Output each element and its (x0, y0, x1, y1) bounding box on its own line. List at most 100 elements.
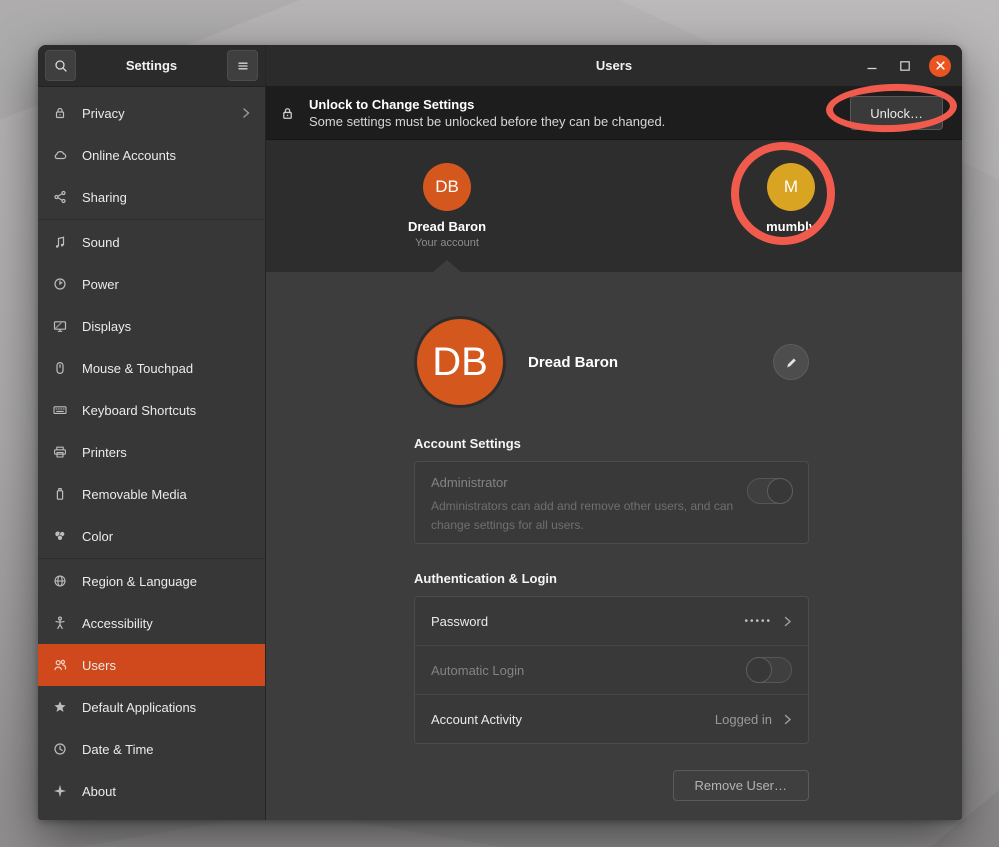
sidebar-item-color[interactable]: Color (38, 515, 265, 557)
remove-user-button[interactable]: Remove User… (673, 770, 809, 801)
sidebar-item-users[interactable]: Users (38, 644, 265, 686)
sidebar-item-label: Privacy (82, 106, 125, 121)
avatar: M (767, 163, 815, 211)
user-carousel: DB Dread Baron Your account M mumbly (266, 140, 962, 272)
maximize-button[interactable] (896, 57, 914, 75)
sidebar-item-label: Default Applications (82, 700, 196, 715)
music-note-icon (52, 234, 68, 250)
unlock-button[interactable]: Unlock… (850, 96, 943, 130)
sidebar-item-keyboard-shortcuts[interactable]: Keyboard Shortcuts (38, 389, 265, 431)
color-icon (52, 528, 68, 544)
sidebar-item-label: Keyboard Shortcuts (82, 403, 196, 418)
sidebar-item-label: About (82, 784, 116, 799)
sidebar-separator (38, 558, 265, 559)
hamburger-menu-icon (235, 58, 251, 74)
account-settings-header: Account Settings (414, 436, 521, 451)
sidebar-item-label: Displays (82, 319, 131, 334)
sidebar-item-label: Region & Language (82, 574, 197, 589)
titlebar: Users (266, 45, 962, 87)
sidebar-item-about[interactable]: About (38, 770, 265, 812)
main-pane: Users Unlock to Change Settings Some set… (266, 45, 962, 820)
sidebar-item-label: Power (82, 277, 119, 292)
profile-avatar: DB (414, 316, 506, 408)
cloud-icon (52, 147, 68, 163)
menu-button[interactable] (227, 50, 258, 81)
sidebar-item-default-applications[interactable]: Default Applications (38, 686, 265, 728)
automatic-login-row: Automatic Login (415, 646, 808, 694)
account-activity-row[interactable]: Account Activity Logged in (415, 695, 808, 743)
removable-media-icon (52, 486, 68, 502)
user-chip-mumbly[interactable]: M mumbly (721, 163, 861, 234)
password-dots: ••••• (744, 616, 772, 627)
search-button[interactable] (45, 50, 76, 81)
chevron-right-icon (783, 713, 792, 726)
close-button[interactable] (929, 55, 951, 77)
clock-icon (52, 741, 68, 757)
padlock-icon (279, 105, 296, 122)
user-chip-dread-baron[interactable]: DB Dread Baron Your account (377, 163, 517, 249)
mouse-icon (52, 360, 68, 376)
sidebar-item-label: Removable Media (82, 487, 187, 502)
window-controls (863, 55, 962, 77)
pencil-icon (784, 355, 799, 370)
sidebar-item-displays[interactable]: Displays (38, 305, 265, 347)
sidebar: Settings Privacy Online Accounts Sharing (38, 45, 266, 820)
sidebar-item-online-accounts[interactable]: Online Accounts (38, 134, 265, 176)
sidebar-item-label: Sharing (82, 190, 127, 205)
accessibility-icon (52, 615, 68, 631)
sidebar-item-removable-media[interactable]: Removable Media (38, 473, 265, 515)
star-icon (52, 699, 68, 715)
minimize-button[interactable] (863, 57, 881, 75)
banner-text: Unlock to Change Settings Some settings … (309, 97, 665, 129)
sidebar-item-label: Color (82, 529, 113, 544)
avatar: DB (423, 163, 471, 211)
share-icon (52, 189, 68, 205)
account-settings-card: Administrator Administrators can add and… (414, 461, 809, 544)
auth-login-card: Password ••••• Automatic Login Account A… (414, 596, 809, 744)
user-detail-pane: DB Dread Baron Account Settings Administ… (266, 272, 962, 820)
toggle-knob (746, 657, 772, 683)
unlock-banner: Unlock to Change Settings Some settings … (266, 87, 962, 140)
password-row[interactable]: Password ••••• (415, 597, 808, 645)
sidebar-item-label: Users (82, 658, 116, 673)
sidebar-item-accessibility[interactable]: Accessibility (38, 602, 265, 644)
sidebar-item-sound[interactable]: Sound (38, 221, 265, 263)
close-icon (935, 60, 946, 71)
chevron-right-icon (241, 106, 251, 120)
selected-user-pointer (433, 260, 461, 272)
sidebar-item-date-time[interactable]: Date & Time (38, 728, 265, 770)
avatar-initials: M (784, 177, 798, 197)
sidebar-list: Privacy Online Accounts Sharing Sound Po… (38, 87, 265, 820)
sidebar-header: Settings (38, 45, 265, 87)
banner-subtitle: Some settings must be unlocked before th… (309, 114, 665, 129)
sparkle-icon (52, 783, 68, 799)
sidebar-item-printers[interactable]: Printers (38, 431, 265, 473)
sidebar-separator (38, 219, 265, 220)
user-name: Dread Baron (377, 219, 517, 234)
avatar-initials: DB (432, 340, 488, 385)
auth-login-header: Authentication & Login (414, 571, 557, 586)
power-icon (52, 276, 68, 292)
page-title: Users (266, 58, 962, 73)
automatic-login-label: Automatic Login (431, 663, 524, 678)
sidebar-item-label: Sound (82, 235, 120, 250)
sidebar-item-power[interactable]: Power (38, 263, 265, 305)
profile-name: Dread Baron (528, 354, 618, 371)
sidebar-item-privacy[interactable]: Privacy (38, 92, 265, 134)
sidebar-item-mouse-touchpad[interactable]: Mouse & Touchpad (38, 347, 265, 389)
avatar-initials: DB (435, 177, 459, 197)
banner-title: Unlock to Change Settings (309, 97, 665, 112)
sidebar-item-sharing[interactable]: Sharing (38, 176, 265, 218)
account-activity-label: Account Activity (431, 712, 522, 727)
administrator-label: Administrator (431, 475, 792, 490)
sidebar-item-label: Online Accounts (82, 148, 176, 163)
search-icon (53, 58, 69, 74)
chevron-right-icon (783, 615, 792, 628)
display-icon (52, 318, 68, 334)
sidebar-item-region-language[interactable]: Region & Language (38, 560, 265, 602)
account-activity-value: Logged in (715, 712, 772, 727)
app-title: Settings (76, 58, 227, 73)
printer-icon (52, 444, 68, 460)
sidebar-item-label: Date & Time (82, 742, 154, 757)
rename-user-button[interactable] (773, 344, 809, 380)
